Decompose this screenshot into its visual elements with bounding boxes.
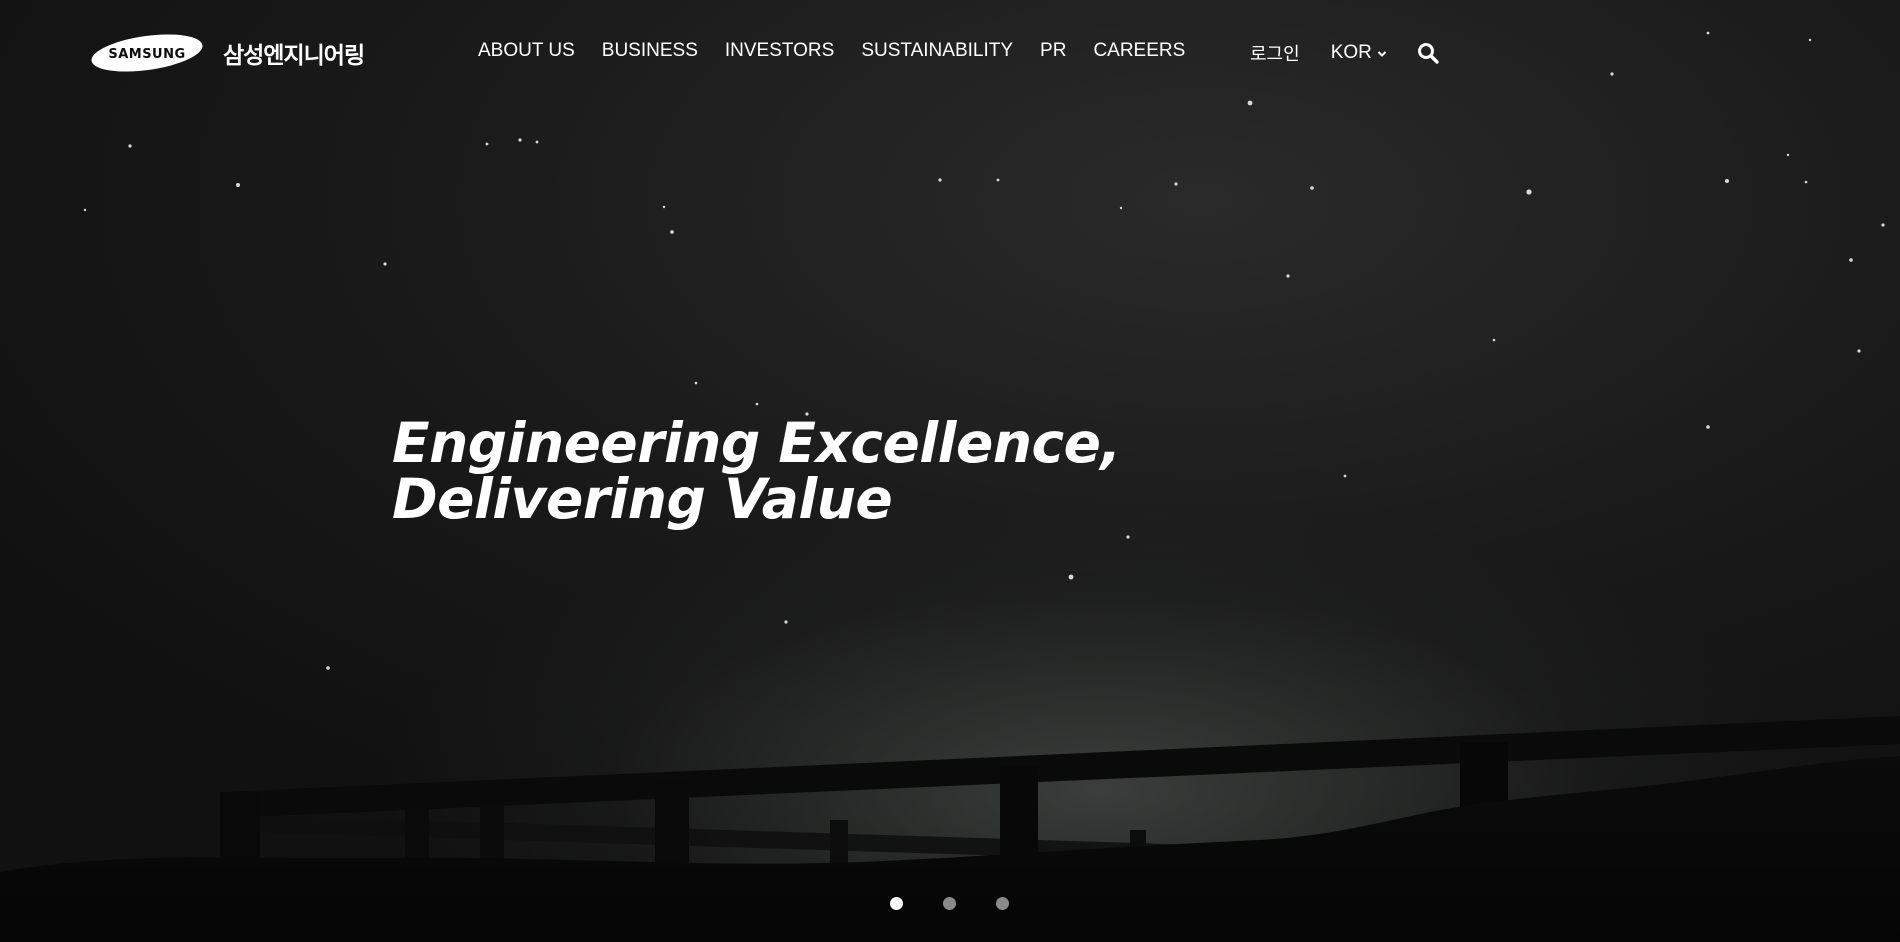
chevron-down-icon (1377, 42, 1387, 64)
carousel-pagination (890, 897, 1049, 910)
nav-item-pr[interactable]: PR (1040, 40, 1066, 62)
language-selector[interactable]: KOR (1331, 42, 1387, 64)
carousel-dot-1[interactable] (890, 897, 903, 910)
nav-item-about-us[interactable]: ABOUT US (478, 40, 575, 62)
company-name: 삼성엔지니어링 (223, 43, 365, 69)
hero-headline-line2: Delivering Value (392, 467, 893, 531)
language-label: KOR (1330, 42, 1372, 63)
login-link[interactable]: 로그인 (1250, 40, 1300, 66)
samsung-logo: SAMSUNG (91, 33, 203, 73)
main-navigation: ABOUT US BUSINESS INVESTORS SUSTAINABILI… (478, 40, 1212, 62)
nav-item-business[interactable]: BUSINESS (602, 40, 698, 62)
nav-item-sustainability[interactable]: SUSTAINABILITY (861, 40, 1013, 62)
nav-item-careers[interactable]: CAREERS (1093, 40, 1185, 62)
hero-headline: Engineering Excellence, Delivering Value (392, 415, 1121, 527)
search-icon[interactable] (1417, 42, 1439, 64)
carousel-dot-2[interactable] (943, 897, 956, 910)
site-logo[interactable]: SAMSUNG 삼성엔지니어링 (91, 33, 365, 73)
utility-menu: 로그인 KOR (1250, 40, 1439, 66)
carousel-dot-3[interactable] (996, 897, 1009, 910)
samsung-wordmark: SAMSUNG (108, 47, 185, 62)
hero-headline-line1: Engineering Excellence, (392, 411, 1121, 475)
hero-background: SAMSUNG 삼성엔지니어링 ABOUT US BUSINESS INVEST… (0, 0, 1900, 942)
nav-item-investors[interactable]: INVESTORS (725, 40, 834, 62)
